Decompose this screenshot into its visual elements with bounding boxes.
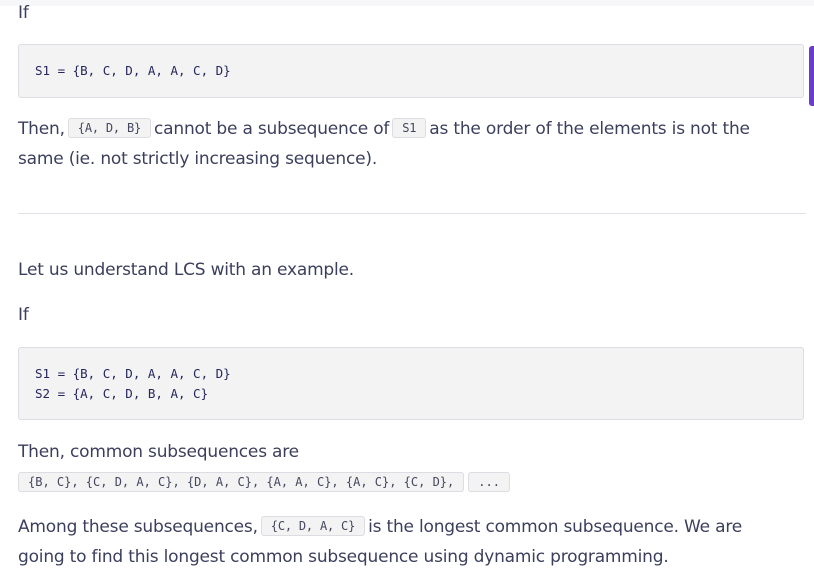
top-edge [0, 0, 814, 6]
inline-code: {B, C}, {C, D, A, C}, {D, A, C}, {A, A, … [18, 472, 465, 492]
inline-code: S1 [392, 118, 427, 138]
inline-code: {A, D, B} [67, 118, 152, 138]
side-accent-tab[interactable] [809, 46, 814, 106]
code-block-s1-s2: S1 = {B, C, D, A, A, C, D} S2 = {A, C, D… [18, 347, 804, 420]
code-line: S1 = {B, C, D, A, A, C, D} [35, 63, 231, 78]
text: is the longest common subsequence. We ar… [368, 517, 743, 537]
text: Among these subsequences, [18, 517, 258, 537]
if-label-2: If [18, 305, 29, 325]
paragraph-lcs-line1: Among these subsequences, {C, D, A, C} is … [18, 512, 742, 542]
code-block-s1: S1 = {B, C, D, A, A, C, D} [18, 44, 804, 98]
if-label-1: If [18, 3, 29, 23]
common-subsequences-label: Then, common subsequences are [18, 442, 299, 462]
ellipsis-code: ... [468, 472, 510, 492]
inline-code: {C, D, A, C} [260, 516, 366, 536]
text: cannot be a subsequence of [154, 119, 390, 139]
divider [18, 213, 806, 214]
code-line: S2 = {A, C, D, B, A, C} [35, 386, 209, 401]
intro-text: Let us understand LCS with an example. [18, 260, 355, 280]
paragraph-subsequence-line1: Then, {A, D, B} cannot be a subsequence of… [18, 114, 750, 144]
common-subsequences-list: {B, C}, {C, D, A, C}, {D, A, C}, {A, A, … [18, 472, 514, 494]
text: as the order of the elements is not the [429, 119, 750, 139]
paragraph-lcs-line2: going to find this longest common subseq… [18, 547, 669, 567]
paragraph-subsequence-line2: same (ie. not strictly increasing sequen… [18, 149, 378, 169]
text: Then, [18, 119, 65, 139]
code-line: S1 = {B, C, D, A, A, C, D} [35, 366, 231, 381]
